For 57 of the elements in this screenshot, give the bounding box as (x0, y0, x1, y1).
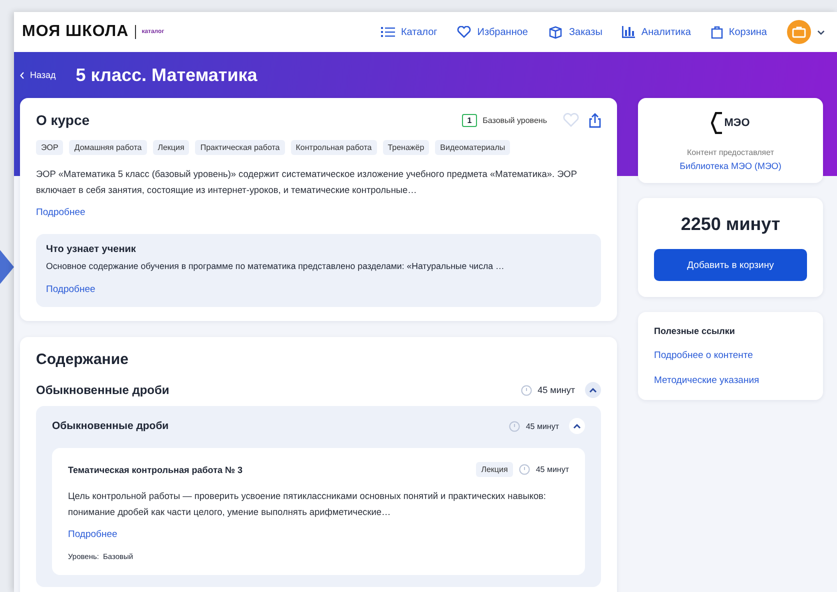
bar-chart-icon (622, 26, 636, 38)
tag: Видеоматериалы (435, 140, 510, 155)
card-title: Содержание (36, 351, 130, 368)
useful-link[interactable]: Методические указания (654, 375, 807, 386)
links-title: Полезные ссылки (654, 326, 736, 336)
add-to-cart-button[interactable]: Добавить в корзину (654, 249, 807, 281)
page-title: 5 класс. Математика (76, 64, 258, 86)
lesson-title: Тематическая контрольная работа № 3 (68, 464, 243, 474)
chevron-left-icon (20, 72, 24, 78)
tag: Домашняя работа (69, 140, 147, 155)
provider-link[interactable]: Библиотека МЭО (МЭО) (680, 161, 782, 171)
duration: 45 минут (526, 422, 559, 430)
box-icon (548, 26, 563, 38)
chevron-down-icon[interactable] (817, 30, 825, 34)
duration: 45 минут (536, 465, 569, 474)
nav-link[interactable]: Корзина (710, 26, 767, 38)
section-title: Обыкновенные дроби (36, 383, 170, 397)
more-link[interactable]: Подробнее (36, 207, 86, 218)
collapse-button[interactable] (585, 382, 601, 398)
provider-caption: Контент предоставляет (687, 148, 774, 157)
tag: Лекция (152, 140, 190, 155)
learn-text: Основное содержание обучения в программе по математика представлено разделами: «Натуральные числа … (46, 261, 506, 271)
heart-icon (457, 26, 472, 38)
back-link[interactable]: Назад (20, 70, 56, 80)
duration: 45 минут (538, 385, 575, 395)
clock-icon (520, 384, 532, 396)
level-label: Базовый уровень (482, 116, 547, 124)
learn-title: Что узнает ученик (46, 244, 137, 255)
tag: ЭОР (36, 140, 64, 155)
tag: Тренажёр (382, 140, 430, 155)
collapse-button[interactable] (569, 418, 585, 434)
subsection-title: Обыкновенные дроби (52, 420, 169, 432)
chevron-up-icon (589, 388, 597, 392)
provider-logo: МЭО (711, 112, 750, 134)
share-icon[interactable] (589, 112, 601, 128)
lesson-description: Цель контрольной работы — проверить усвоение пятиклассниками основных понятий и практических навыков: понимание дробей как части целого, умение выполнять арифметические… (68, 490, 547, 519)
nav-link[interactable]: Каталог (380, 26, 438, 38)
more-link[interactable]: Подробнее (46, 284, 96, 295)
bag-icon (710, 26, 723, 38)
list-icon (380, 26, 395, 38)
price-amount: 2250 минут (680, 214, 780, 235)
nav-link[interactable]: Избранное (457, 26, 528, 38)
card-title: О курсе (36, 112, 90, 128)
arrow-pointer-icon (0, 250, 14, 284)
chevron-up-icon (573, 424, 581, 428)
nav-link[interactable]: Аналитика (622, 26, 691, 38)
nav-link[interactable]: Заказы (548, 26, 602, 38)
tag: Контрольная работа (290, 140, 377, 155)
level-number-badge: 1 (462, 114, 477, 126)
clock-icon (508, 420, 520, 432)
logo[interactable]: МОЯ ШКОЛА (22, 23, 129, 41)
course-description: ЭОР «Математика 5 класс (базовый уровень)» содержит систематическое изложение учебного предмета «Математика». ЭОР включает в себя занятия, состоящие из интернет-уроков, и тематические контрольные… (36, 168, 578, 197)
tag: Практическая работа (195, 140, 285, 155)
useful-link[interactable]: Подробнее о контенте (654, 350, 807, 361)
more-link[interactable]: Подробнее (68, 529, 118, 540)
clock-icon (518, 464, 530, 475)
lesson-type-tag: Лекция (476, 462, 513, 477)
